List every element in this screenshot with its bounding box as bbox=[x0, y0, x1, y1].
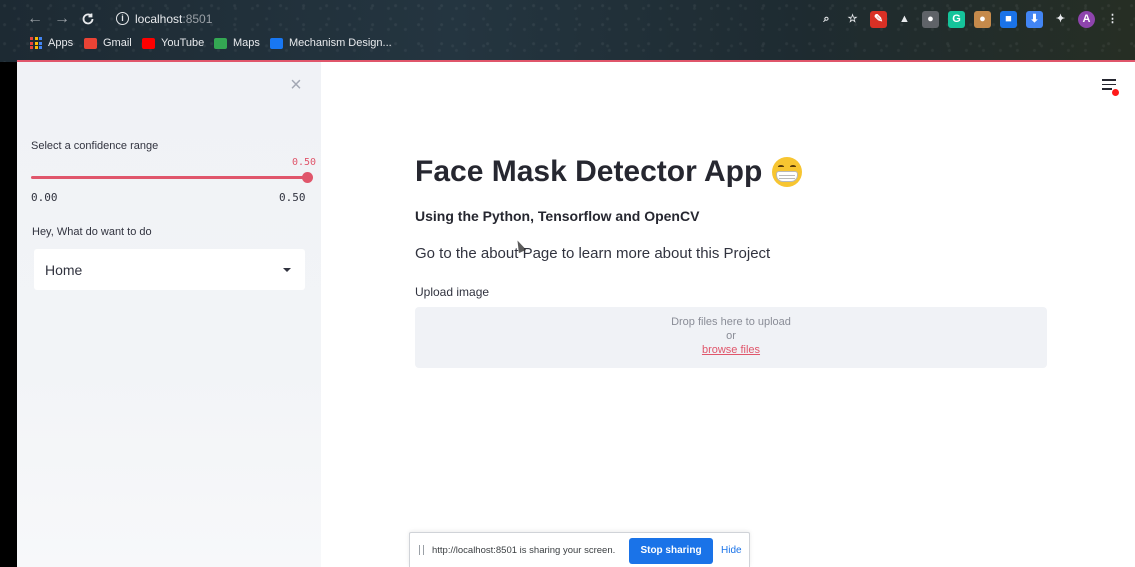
share-status-text: http://localhost:8501 is sharing your sc… bbox=[432, 545, 616, 556]
gmail-icon bbox=[84, 37, 97, 49]
bookmark-label: Mechanism Design... bbox=[289, 37, 392, 49]
bookmarks-bar: Apps Gmail YouTube Maps Mechanism Design... bbox=[0, 35, 1135, 55]
hide-share-bar-link[interactable]: Hide bbox=[721, 545, 742, 556]
puzzle-icon[interactable]: ✦ bbox=[1052, 11, 1069, 28]
confidence-range-label: Select a confidence range bbox=[31, 140, 159, 152]
slider-max-label: 0.50 bbox=[279, 191, 306, 204]
kebab-menu-icon[interactable]: ⋮ bbox=[1104, 11, 1121, 28]
page-title-text: Face Mask Detector App bbox=[415, 155, 763, 188]
url-text: localhost:8501 bbox=[135, 12, 212, 26]
screen-icon[interactable]: ■ bbox=[1000, 10, 1017, 28]
file-dropzone[interactable]: Drop files here to upload or browse file… bbox=[415, 307, 1047, 368]
upload-image-label: Upload image bbox=[415, 285, 490, 299]
left-dark-margin bbox=[0, 62, 17, 567]
cookie-icon[interactable]: ● bbox=[974, 10, 991, 28]
stop-sharing-button[interactable]: Stop sharing bbox=[629, 538, 713, 564]
dropzone-instruction: Drop files here to upload bbox=[671, 316, 791, 328]
page-subtitle: Using the Python, Tensorflow and OpenCV bbox=[415, 208, 700, 224]
bookmark-youtube[interactable]: YouTube bbox=[142, 37, 204, 49]
apps-grid-icon bbox=[30, 37, 42, 49]
star-icon[interactable]: ☆ bbox=[844, 11, 861, 28]
bookmark-label: YouTube bbox=[161, 37, 205, 49]
browse-files-link[interactable]: browse files bbox=[415, 344, 1047, 356]
facebook-icon bbox=[270, 37, 283, 49]
browser-toolbar: ← → i localhost:8501 ⌕ ☆ ✎ ▲ ● G ● ■ ⬇ ✦ A ⋮ bbox=[0, 6, 1135, 32]
extension-toolbar: ⌕ ☆ ✎ ▲ ● G ● ■ ⬇ ✦ A ⋮ bbox=[818, 9, 1121, 29]
bookmark-label: Gmail bbox=[103, 37, 132, 49]
bookmark-apps[interactable]: Apps bbox=[30, 37, 73, 49]
bookmark-label: Apps bbox=[48, 37, 74, 49]
chevron-down-icon bbox=[283, 268, 291, 272]
reload-icon[interactable] bbox=[77, 8, 99, 30]
screen-share-bar: http://localhost:8501 is sharing your sc… bbox=[409, 532, 750, 567]
face-mask-emoji-icon bbox=[772, 157, 803, 187]
pen-extension-icon[interactable]: ✎ bbox=[870, 10, 887, 28]
url-port: :8501 bbox=[182, 12, 213, 26]
site-info-icon[interactable]: i bbox=[116, 12, 129, 25]
drag-handle-icon[interactable] bbox=[419, 545, 424, 555]
extension-a-icon[interactable]: ● bbox=[922, 10, 939, 28]
task-select-dropdown[interactable]: Home bbox=[34, 249, 305, 290]
bookmark-maps[interactable]: Maps bbox=[214, 37, 260, 49]
zoom-icon[interactable]: ⌕ bbox=[818, 11, 835, 28]
forward-arrow-icon[interactable]: → bbox=[51, 8, 73, 30]
confidence-slider-track[interactable] bbox=[31, 176, 307, 179]
confidence-slider-thumb[interactable] bbox=[302, 172, 313, 183]
profile-avatar-icon[interactable]: A bbox=[1078, 10, 1095, 28]
grammarly-icon[interactable]: G bbox=[948, 10, 965, 28]
youtube-icon bbox=[142, 37, 155, 49]
url-host: localhost bbox=[135, 12, 183, 26]
dropzone-or: or bbox=[726, 330, 736, 342]
sidebar: × Select a confidence range 0.50 0.00 0.… bbox=[17, 62, 321, 567]
browser-chrome: ← → i localhost:8501 ⌕ ☆ ✎ ▲ ● G ● ■ ⬇ ✦ A ⋮ Apps Gm… bbox=[0, 0, 1135, 62]
task-select-label: Hey, What do want to do bbox=[32, 226, 152, 238]
task-select-value: Home bbox=[45, 262, 83, 278]
download-icon[interactable]: ⬇ bbox=[1026, 10, 1043, 28]
notification-dot bbox=[1112, 89, 1119, 96]
bookmark-label: Maps bbox=[233, 37, 260, 49]
slider-current-value: 0.50 bbox=[292, 157, 317, 168]
close-sidebar-icon[interactable]: × bbox=[287, 75, 305, 95]
page-title: Face Mask Detector App bbox=[415, 155, 803, 189]
back-arrow-icon[interactable]: ← bbox=[24, 8, 46, 30]
drive-icon[interactable]: ▲ bbox=[896, 11, 913, 28]
bookmark-gmail[interactable]: Gmail bbox=[84, 37, 132, 49]
maps-icon bbox=[214, 37, 227, 49]
bookmark-mechanism-design[interactable]: Mechanism Design... bbox=[270, 37, 392, 49]
slider-min-label: 0.00 bbox=[31, 191, 58, 204]
main-content: Face Mask Detector App Using the Python,… bbox=[321, 62, 1135, 567]
about-paragraph: Go to the about Page to learn more about… bbox=[415, 245, 771, 262]
